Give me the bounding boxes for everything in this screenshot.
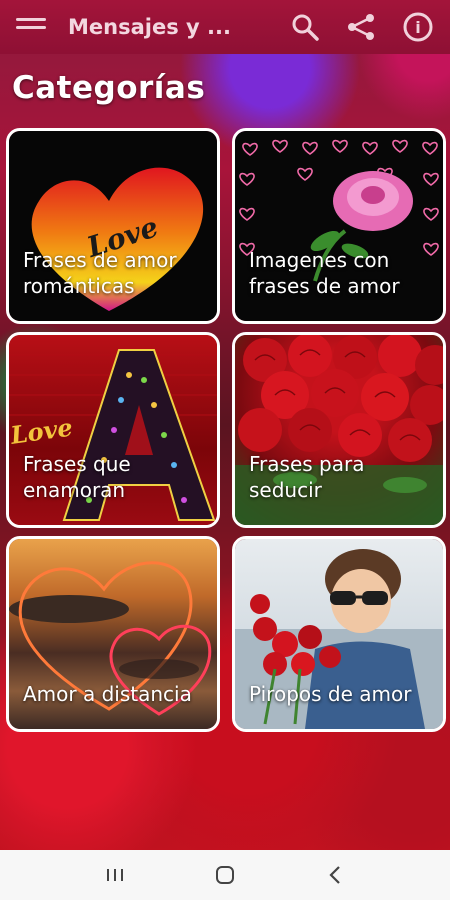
category-label: Frases de amor románticas	[23, 248, 177, 298]
category-card-frases-para-seducir[interactable]: Frases para seducir	[232, 332, 446, 528]
category-card-frases-que-enamoran[interactable]: Love Frases que enamoran	[6, 332, 220, 528]
system-navigation-bar	[0, 850, 450, 900]
category-label: Frases que enamoran	[23, 452, 131, 502]
svg-text:i: i	[415, 18, 420, 37]
svg-text:Love: Love	[9, 412, 74, 450]
share-icon[interactable]	[346, 12, 376, 42]
recents-icon[interactable]	[95, 860, 135, 890]
app-title: Mensajes y ...	[68, 15, 231, 39]
category-label: Frases para seducir	[249, 452, 365, 502]
back-icon[interactable]	[315, 860, 355, 890]
home-icon[interactable]	[205, 860, 245, 890]
category-card-frases-romanticas[interactable]: Love Frases de amor románticas	[6, 128, 220, 324]
app-toolbar: Mensajes y ... i	[0, 0, 450, 54]
menu-icon[interactable]	[16, 16, 48, 38]
info-icon[interactable]: i	[402, 11, 434, 43]
search-icon[interactable]	[290, 12, 320, 42]
category-card-amor-a-distancia[interactable]: Amor a distancia	[6, 536, 220, 732]
category-label: Imagenes con frases de amor	[249, 248, 400, 298]
category-grid: Love Frases de amor románticas Imagenes …	[6, 128, 446, 732]
category-label: Amor a distancia	[23, 682, 192, 706]
page-title: Categorías	[12, 70, 206, 106]
category-label: Piropos de amor	[249, 682, 412, 706]
category-card-piropos-de-amor[interactable]: Piropos de amor	[232, 536, 446, 732]
category-card-imagenes-con-frases[interactable]: Imagenes con frases de amor	[232, 128, 446, 324]
